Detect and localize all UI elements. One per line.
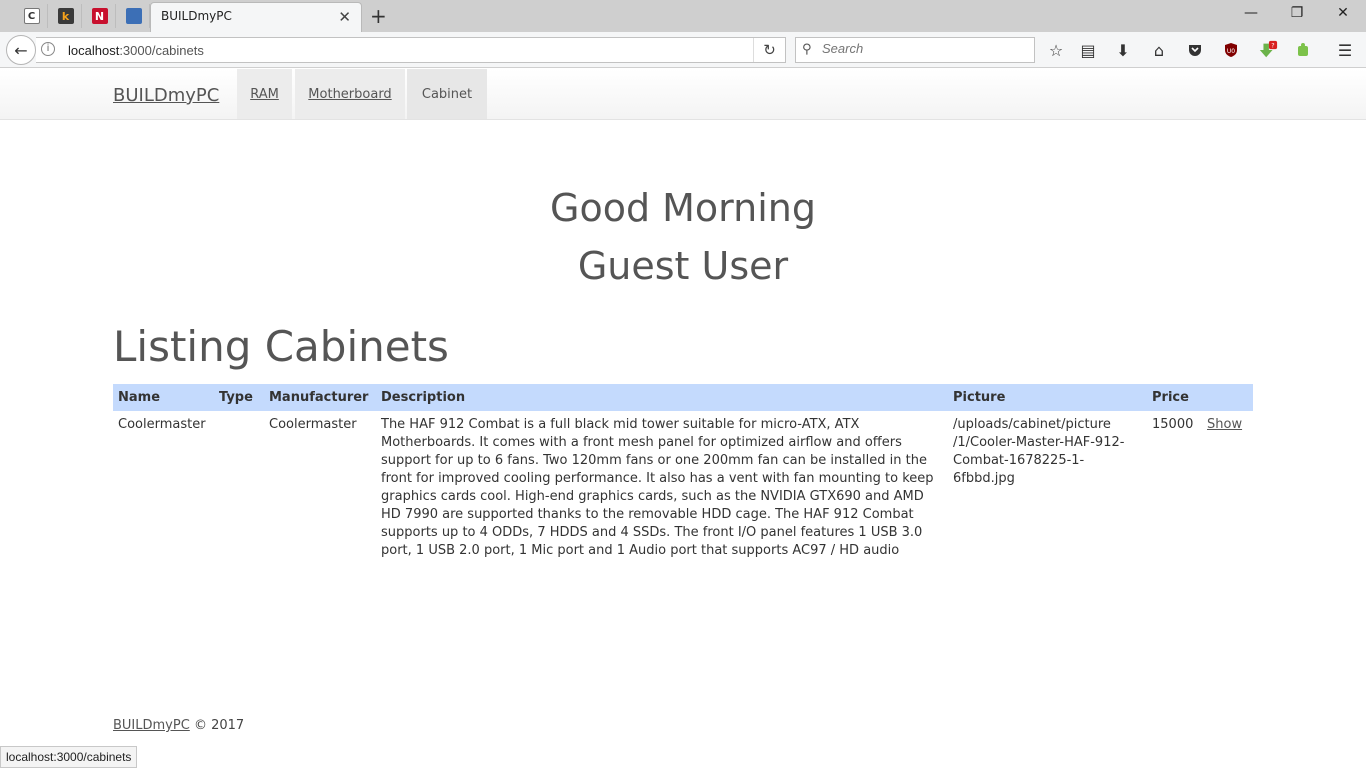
cabinets-table: Name Type Manufacturer Description Pictu… bbox=[113, 384, 1253, 565]
greeting-line-1: Good Morning bbox=[550, 186, 816, 230]
status-bar-url: localhost:3000/cabinets bbox=[0, 746, 138, 768]
page-title: Listing Cabinets bbox=[113, 322, 449, 371]
browser-tab-strip: C k N BUILDmyPC ✕ + — ❐ ✕ bbox=[0, 0, 1366, 32]
terminal-icon: C bbox=[23, 8, 40, 24]
footer-copyright: © 2017 bbox=[193, 718, 245, 733]
pinned-tab-2[interactable]: k bbox=[50, 4, 82, 28]
footer-brand-link[interactable]: BUILDmyPC bbox=[113, 718, 190, 733]
download-helper-icon[interactable]: ? bbox=[1258, 40, 1278, 60]
minimize-icon[interactable]: — bbox=[1228, 5, 1274, 21]
cell-actions: Show bbox=[1202, 411, 1253, 565]
svg-text:U0: U0 bbox=[1227, 48, 1235, 55]
column-header: Picture bbox=[953, 390, 1006, 405]
column-header: Name bbox=[118, 390, 161, 405]
addon-badge: ? bbox=[1271, 43, 1274, 50]
nav-link-cabinet[interactable]: Cabinet bbox=[407, 69, 487, 119]
nav-link-motherboard[interactable]: Motherboard bbox=[295, 69, 405, 119]
url-text: localhost:3000/cabinets bbox=[68, 43, 204, 58]
k-logo-icon: k bbox=[57, 8, 74, 24]
n-logo-icon: N bbox=[91, 8, 108, 24]
nav-link-ram[interactable]: RAM bbox=[237, 69, 292, 119]
cell-description: The HAF 912 Combat is a full black mid t… bbox=[381, 417, 934, 558]
show-link[interactable]: Show bbox=[1207, 417, 1242, 432]
search-icon: ⚲ bbox=[802, 42, 812, 57]
pinned-tab-1[interactable]: C bbox=[16, 4, 48, 28]
reading-list-icon[interactable]: ▤ bbox=[1078, 40, 1098, 60]
cell-type bbox=[214, 411, 264, 565]
cell-price: 15000 bbox=[1152, 417, 1194, 432]
tab-title: BUILDmyPC bbox=[161, 9, 232, 23]
brand-link[interactable]: BUILDmyPC bbox=[113, 85, 219, 106]
app-navbar: BUILDmyPC RAM Motherboard Cabinet bbox=[0, 69, 1366, 120]
column-header: Description bbox=[381, 390, 466, 405]
close-window-icon[interactable]: ✕ bbox=[1320, 5, 1366, 21]
home-icon[interactable]: ⌂ bbox=[1149, 40, 1169, 60]
bookmark-star-icon[interactable]: ☆ bbox=[1046, 40, 1066, 60]
cell-picture: /uploads/cabinet/picture /1/Cooler-Maste… bbox=[953, 417, 1125, 486]
table-row: Coolermaster Coolermaster The HAF 912 Co… bbox=[113, 411, 1253, 565]
table-header-row: Name Type Manufacturer Description Pictu… bbox=[113, 384, 1253, 411]
ublock-shield-icon[interactable]: U0 bbox=[1221, 40, 1241, 60]
info-icon[interactable]: i bbox=[41, 42, 55, 56]
column-header: Price bbox=[1152, 390, 1189, 405]
cell-manufacturer: Coolermaster bbox=[269, 417, 357, 432]
greeting-line-2: Guest User bbox=[577, 244, 789, 288]
back-arrow-icon[interactable]: ← bbox=[6, 35, 36, 65]
restore-icon[interactable]: ❐ bbox=[1274, 5, 1320, 21]
column-header: Manufacturer bbox=[269, 390, 369, 405]
footer: BUILDmyPC © 2017 bbox=[113, 718, 244, 733]
cell-name: Coolermaster bbox=[118, 417, 206, 432]
pinned-tab-4[interactable] bbox=[118, 4, 150, 28]
url-host: localhost bbox=[68, 43, 120, 58]
column-header-actions bbox=[1202, 384, 1253, 411]
url-path: :3000/cabinets bbox=[119, 43, 204, 58]
puzzle-addon-icon[interactable] bbox=[1293, 40, 1313, 60]
active-tab[interactable]: BUILDmyPC ✕ bbox=[150, 2, 362, 32]
download-icon[interactable]: ⬇ bbox=[1113, 40, 1133, 60]
close-tab-icon[interactable]: ✕ bbox=[338, 8, 351, 26]
document-icon bbox=[125, 8, 142, 24]
hamburger-menu-icon[interactable]: ☰ bbox=[1335, 40, 1355, 60]
search-input[interactable] bbox=[822, 41, 1022, 56]
reload-icon[interactable]: ↻ bbox=[753, 38, 785, 62]
column-header: Type bbox=[219, 390, 253, 405]
search-bar[interactable]: ⚲ bbox=[795, 37, 1035, 63]
url-bar[interactable]: i localhost:3000/cabinets ↻ bbox=[36, 37, 786, 63]
pocket-icon[interactable] bbox=[1185, 40, 1205, 60]
pinned-tab-3[interactable]: N bbox=[84, 4, 116, 28]
new-tab-icon[interactable]: + bbox=[370, 4, 387, 28]
